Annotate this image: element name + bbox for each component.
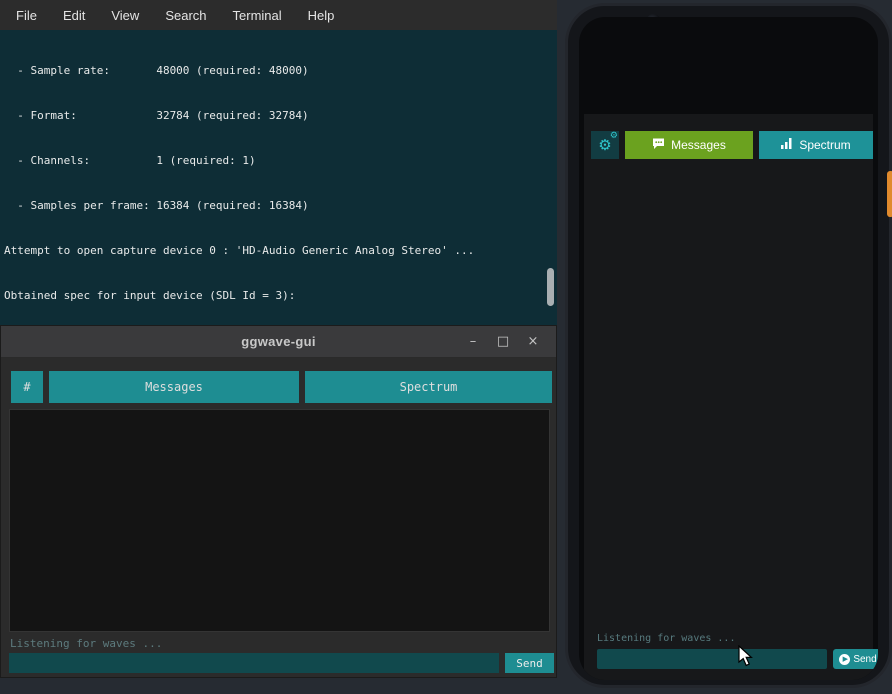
bar-chart-icon: [781, 138, 793, 152]
phone-tab-spectrum[interactable]: Spectrum: [759, 131, 873, 159]
phone-app: ⚙ ⚙ Messages Spectrum Listening for wave…: [584, 114, 873, 680]
phone-tab-bar: ⚙ ⚙ Messages Spectrum: [591, 131, 873, 159]
phone-tab-messages-label: Messages: [671, 138, 726, 152]
window-controls: – □ ×: [458, 326, 548, 357]
menu-item-view[interactable]: View: [101, 4, 149, 27]
terminal-output[interactable]: - Sample rate: 48000 (required: 48000) -…: [0, 30, 557, 325]
status-text: Listening for waves ...: [10, 637, 162, 650]
menu-item-edit[interactable]: Edit: [53, 4, 95, 27]
close-button[interactable]: ×: [518, 326, 548, 357]
tab-messages[interactable]: Messages: [49, 371, 299, 403]
phone-tab-spectrum-label: Spectrum: [799, 138, 850, 152]
menu-item-help[interactable]: Help: [298, 4, 345, 27]
terminal-menubar: File Edit View Search Terminal Help: [0, 0, 557, 30]
gear-small-icon: ⚙: [610, 132, 618, 141]
message-input[interactable]: [9, 653, 499, 673]
terminal-line: - Sample rate: 48000 (required: 48000): [4, 63, 543, 78]
send-icon: ▶: [839, 654, 850, 665]
minimize-icon: –: [470, 334, 477, 349]
terminal-line: - Format: 32784 (required: 32784): [4, 108, 543, 123]
speech-bubble-icon: [652, 138, 665, 153]
phone-status-text: Listening for waves ...: [597, 633, 735, 644]
phone-tab-messages[interactable]: Messages: [625, 131, 753, 159]
minimize-button[interactable]: –: [458, 326, 488, 357]
send-button[interactable]: Send: [505, 653, 554, 673]
phone-screen: ⚙ ⚙ Messages Spectrum Listening for wave…: [579, 17, 878, 680]
phone-power-button: [887, 171, 892, 217]
menu-item-search[interactable]: Search: [155, 4, 216, 27]
phone-message-input[interactable]: [597, 649, 827, 669]
phone-frame: ⚙ ⚙ Messages Spectrum Listening for wave…: [565, 3, 892, 688]
close-icon: ×: [528, 334, 539, 349]
terminal-window: File Edit View Search Terminal Help - Sa…: [0, 0, 557, 325]
terminal-line: Obtained spec for input device (SDL Id =…: [4, 288, 543, 303]
menu-item-file[interactable]: File: [6, 4, 47, 27]
window-title: ggwave-gui: [241, 334, 316, 349]
messages-panel: [9, 409, 550, 632]
phone-send-button[interactable]: ▶ Send: [833, 649, 878, 669]
terminal-scrollbar[interactable]: [546, 30, 556, 325]
window-titlebar[interactable]: ggwave-gui – □ ×: [1, 326, 556, 358]
ggwave-gui-window: ggwave-gui – □ × # Messages Spectrum Lis…: [0, 325, 557, 678]
terminal-line: Attempt to open capture device 0 : 'HD-A…: [4, 243, 543, 258]
tab-spectrum[interactable]: Spectrum: [305, 371, 552, 403]
settings-button[interactable]: ⚙ ⚙: [591, 131, 619, 159]
terminal-line: - Samples per frame: 16384 (required: 16…: [4, 198, 543, 213]
menu-item-terminal[interactable]: Terminal: [223, 4, 292, 27]
phone-send-label: Send: [853, 654, 876, 665]
scrollbar-thumb[interactable]: [547, 268, 554, 306]
terminal-line: - Channels: 1 (required: 1): [4, 153, 543, 168]
hash-tab-button[interactable]: #: [11, 371, 43, 403]
gui-tab-bar: # Messages Spectrum: [11, 371, 554, 403]
maximize-button[interactable]: □: [488, 326, 518, 357]
maximize-icon: □: [497, 334, 509, 349]
